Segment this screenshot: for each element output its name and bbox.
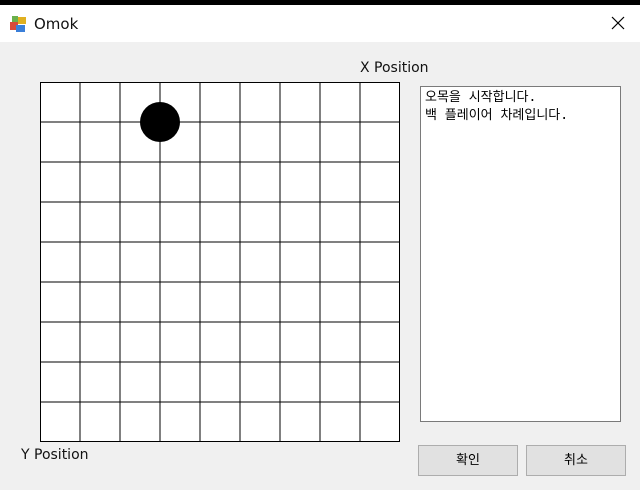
board-cell[interactable]: [240, 202, 280, 242]
board-cell[interactable]: [160, 362, 200, 402]
board-cell[interactable]: [80, 242, 120, 282]
board-cell[interactable]: [40, 402, 80, 442]
board-cell[interactable]: [200, 122, 240, 162]
board-cell[interactable]: [120, 242, 160, 282]
y-position-label: Y Position: [21, 447, 89, 463]
board-cell[interactable]: [160, 242, 200, 282]
board-cell[interactable]: [80, 402, 120, 442]
omok-board[interactable]: [40, 82, 400, 442]
log-line: 백 플레이어 차례입니다.: [425, 108, 569, 123]
board-cell[interactable]: [160, 322, 200, 362]
log-line: 오목을 시작합니다.: [425, 90, 537, 105]
board-cell[interactable]: [280, 322, 320, 362]
ok-button[interactable]: 확인: [418, 445, 518, 476]
board-cell[interactable]: [240, 162, 280, 202]
board-cell[interactable]: [360, 162, 400, 202]
board-cell[interactable]: [200, 402, 240, 442]
board-cell[interactable]: [40, 162, 80, 202]
board-cell[interactable]: [280, 162, 320, 202]
board-cell[interactable]: [240, 402, 280, 442]
board-cell[interactable]: [80, 82, 120, 122]
board-cell[interactable]: [360, 362, 400, 402]
board-cell[interactable]: [320, 322, 360, 362]
board-cell[interactable]: [320, 282, 360, 322]
board-cell[interactable]: [120, 162, 160, 202]
board-cell[interactable]: [240, 122, 280, 162]
board-cell[interactable]: [120, 202, 160, 242]
title-bar: Omok: [0, 5, 640, 42]
board-cell[interactable]: [160, 402, 200, 442]
board-cell[interactable]: [280, 202, 320, 242]
board-cell[interactable]: [40, 82, 80, 122]
board-cell[interactable]: [240, 82, 280, 122]
board-cell[interactable]: [120, 402, 160, 442]
board-cell[interactable]: [200, 282, 240, 322]
board-cell[interactable]: [200, 82, 240, 122]
x-position-label: X Position: [360, 60, 429, 76]
board-cell[interactable]: [280, 402, 320, 442]
board-cell[interactable]: [80, 202, 120, 242]
board-cell[interactable]: [320, 82, 360, 122]
board-cell[interactable]: [360, 122, 400, 162]
board-cell[interactable]: [360, 242, 400, 282]
app-icon: [9, 14, 29, 34]
board-cell[interactable]: [160, 202, 200, 242]
board-cell[interactable]: [40, 322, 80, 362]
board-cell[interactable]: [360, 282, 400, 322]
board-cell[interactable]: [320, 242, 360, 282]
board-cell[interactable]: [240, 242, 280, 282]
board-cell[interactable]: [160, 282, 200, 322]
board-cell[interactable]: [360, 82, 400, 122]
board-cell[interactable]: [40, 282, 80, 322]
board-cell[interactable]: [360, 402, 400, 442]
board-cell[interactable]: [240, 322, 280, 362]
board-cell[interactable]: [240, 282, 280, 322]
board-cell[interactable]: [360, 322, 400, 362]
board-cell[interactable]: [320, 122, 360, 162]
black-stone: [140, 102, 180, 142]
board-cell[interactable]: [320, 362, 360, 402]
board-cell[interactable]: [320, 202, 360, 242]
board-cell[interactable]: [280, 362, 320, 402]
board-cell[interactable]: [240, 362, 280, 402]
board-cell[interactable]: [40, 362, 80, 402]
board-cell[interactable]: [120, 362, 160, 402]
board-cell[interactable]: [40, 122, 80, 162]
board-cell[interactable]: [40, 242, 80, 282]
cancel-button[interactable]: 취소: [526, 445, 626, 476]
board-cell[interactable]: [120, 282, 160, 322]
board-cell[interactable]: [80, 362, 120, 402]
board-cell[interactable]: [80, 162, 120, 202]
board-cell[interactable]: [200, 322, 240, 362]
board-cell[interactable]: [360, 202, 400, 242]
board-cell[interactable]: [160, 162, 200, 202]
board-cell[interactable]: [80, 122, 120, 162]
close-icon: [611, 16, 625, 30]
board-cell[interactable]: [40, 202, 80, 242]
board-cell[interactable]: [200, 242, 240, 282]
board-cell[interactable]: [80, 282, 120, 322]
close-button[interactable]: [596, 5, 640, 42]
board-cell[interactable]: [280, 82, 320, 122]
board-cell[interactable]: [320, 162, 360, 202]
board-cell[interactable]: [320, 402, 360, 442]
board-cell[interactable]: [280, 242, 320, 282]
board-cell[interactable]: [200, 202, 240, 242]
board-cell[interactable]: [200, 162, 240, 202]
board-cell[interactable]: [200, 362, 240, 402]
board-cell[interactable]: [80, 322, 120, 362]
board-cell[interactable]: [120, 322, 160, 362]
game-log[interactable]: 오목을 시작합니다. 백 플레이어 차례입니다.: [420, 86, 621, 422]
window-title: Omok: [34, 15, 79, 33]
board-cell[interactable]: [280, 282, 320, 322]
board-cell[interactable]: [280, 122, 320, 162]
